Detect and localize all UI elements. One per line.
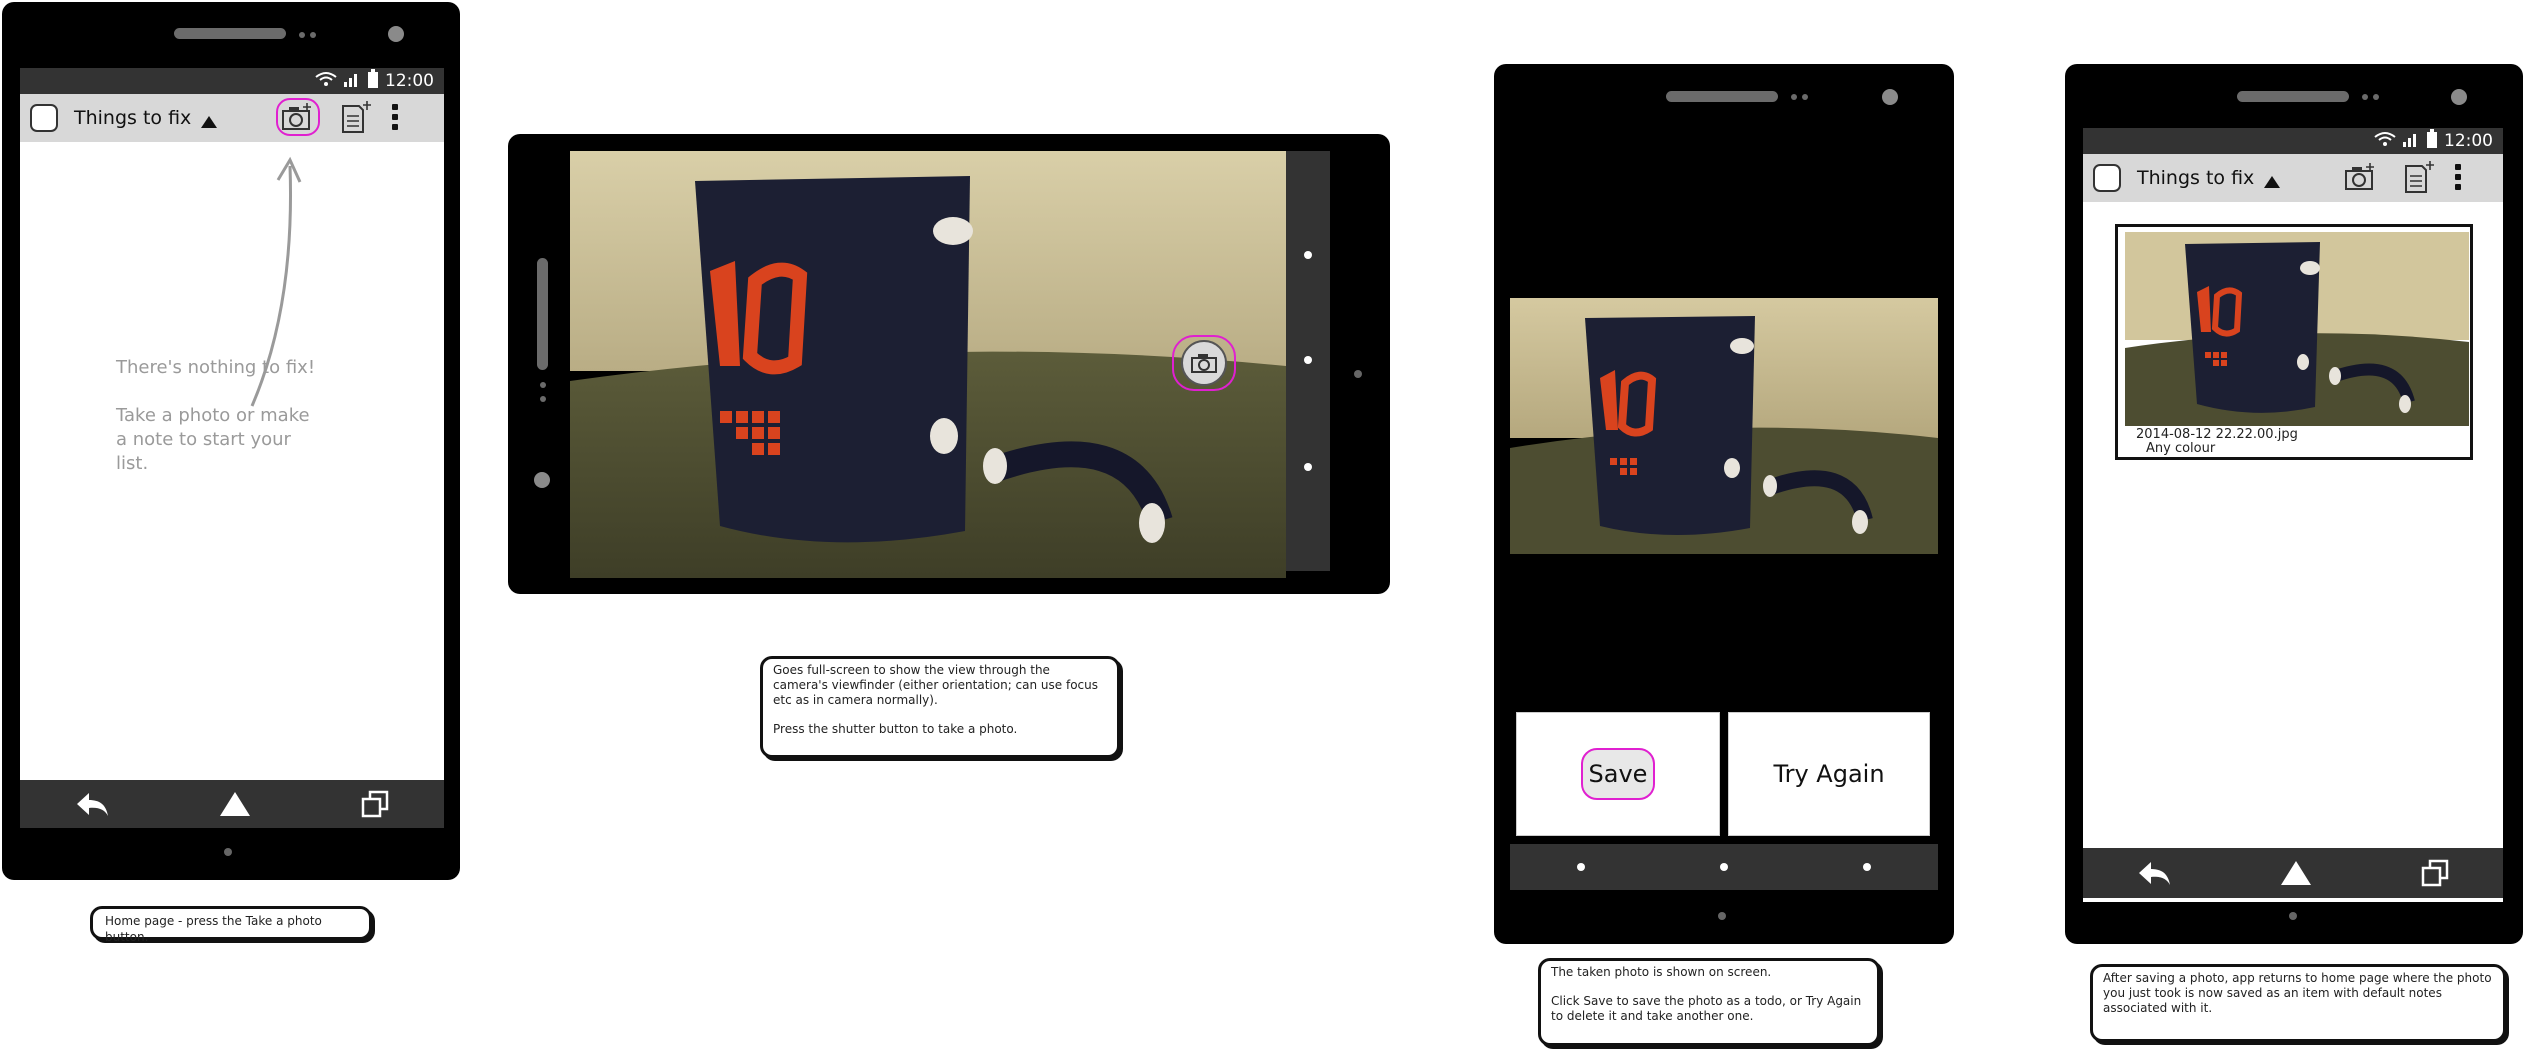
signal-icon [343, 71, 361, 92]
camera-icon [1191, 354, 1217, 373]
camera-control-dot[interactable] [1304, 356, 1312, 364]
action-bar: Things to fix [2083, 154, 2503, 202]
phone-home-button [1354, 370, 1362, 378]
home-icon[interactable] [2280, 860, 2312, 886]
list-item-thumbnail [2125, 232, 2469, 426]
add-note-button[interactable] [2397, 158, 2441, 196]
overflow-menu-icon[interactable] [2455, 164, 2461, 190]
overflow-menu-icon[interactable] [392, 104, 398, 130]
back-icon[interactable] [75, 791, 109, 817]
take-photo-button[interactable] [2339, 158, 2383, 196]
status-time: 12:00 [2444, 131, 2493, 151]
battery-icon [367, 68, 379, 94]
front-camera [388, 26, 404, 42]
phone-sensor-dot [299, 32, 305, 38]
recent-apps-icon[interactable] [361, 790, 389, 818]
front-camera [1882, 89, 1898, 105]
taken-photo [1510, 298, 1938, 554]
caption-home: Home page - press the Take a photo butto… [90, 906, 372, 944]
nav-dot[interactable] [1577, 863, 1586, 871]
nav-bar [20, 780, 444, 828]
phone-home-with-item: 12:00 Things to fix 2014-08-12 22.22.00.… [2065, 64, 2523, 944]
nav-dot[interactable] [1719, 863, 1728, 871]
phone-sensor-dot [540, 382, 546, 388]
empty-state-message: There's nothing to fix! Take a photo or … [116, 356, 326, 476]
dropdown-caret-icon[interactable] [201, 116, 218, 128]
phone-sensor-dot [2362, 94, 2368, 100]
save-button-label: Save [1580, 748, 1656, 800]
phone-review-photo: Save Try Again [1494, 64, 1954, 944]
back-icon[interactable] [2137, 860, 2171, 886]
wifi-icon [315, 71, 337, 92]
nav-bar [2083, 848, 2503, 898]
camera-side-bar [1286, 151, 1330, 571]
empty-state-title: There's nothing to fix! [116, 357, 316, 378]
recent-apps-icon[interactable] [2421, 859, 2449, 887]
add-note-button[interactable] [334, 98, 378, 136]
battery-icon [2426, 128, 2438, 154]
phone-sensor-dot [1802, 94, 1808, 100]
try-again-button-label: Try Again [1773, 760, 1885, 788]
nav-bar [1510, 844, 1938, 890]
phone-sensor-dot [310, 32, 316, 38]
empty-state-hint: Take a photo or make a note to start you… [116, 405, 310, 474]
note-plus-icon [342, 101, 371, 133]
caption-camera: Goes full-screen to show the view throug… [760, 656, 1120, 758]
app-icon[interactable] [2093, 164, 2121, 192]
phone-camera-landscape [508, 134, 1390, 594]
phone-speaker [2237, 91, 2349, 102]
home-screen-with-item: 12:00 Things to fix 2014-08-12 22.22.00.… [2083, 128, 2503, 902]
front-camera [534, 472, 550, 488]
phone-home-button [1718, 912, 1726, 920]
phone-speaker [174, 28, 286, 39]
shutter-button[interactable] [1172, 335, 1236, 391]
phone-home-empty: 12:00 Things to fix There's nothing to f… [2, 2, 460, 880]
action-bar: Things to fix [20, 94, 444, 142]
note-plus-icon [2405, 161, 2434, 193]
take-photo-button[interactable] [276, 98, 320, 136]
home-screen: 12:00 Things to fix There's nothing to f… [20, 68, 444, 828]
phone-sensor-dot [2373, 94, 2379, 100]
camera-plus-icon [2345, 163, 2374, 190]
phone-speaker [1666, 91, 1778, 102]
list-item[interactable]: 2014-08-12 22.22.00.jpg Any colour [2115, 224, 2473, 460]
camera-viewfinder [570, 151, 1286, 578]
list-item-note: Any colour [2146, 441, 2216, 456]
nav-dot[interactable] [1862, 863, 1871, 871]
phone-sensor-dot [540, 396, 546, 402]
phone-home-button [224, 848, 232, 856]
status-time: 12:00 [385, 71, 434, 91]
review-screen: Save Try Again [1510, 120, 1938, 890]
caption-saved: After saving a photo, app returns to hom… [2090, 964, 2506, 1042]
front-camera [2451, 89, 2467, 105]
action-bar-title[interactable]: Things to fix [2137, 167, 2254, 189]
try-again-button[interactable]: Try Again [1728, 712, 1930, 836]
app-icon[interactable] [30, 104, 58, 132]
phone-home-button [2289, 912, 2297, 920]
phone-speaker [537, 258, 548, 370]
list-item-filename: 2014-08-12 22.22.00.jpg [2136, 427, 2298, 442]
camera-plus-icon [282, 103, 311, 130]
signal-icon [2402, 131, 2420, 152]
home-icon[interactable] [219, 791, 251, 817]
status-bar: 12:00 [2083, 128, 2503, 154]
camera-control-dot[interactable] [1304, 463, 1312, 471]
action-bar-title[interactable]: Things to fix [74, 107, 191, 129]
camera-control-dot[interactable] [1304, 251, 1312, 259]
wifi-icon [2374, 131, 2396, 152]
phone-sensor-dot [1791, 94, 1797, 100]
dropdown-caret-icon[interactable] [2264, 176, 2281, 188]
status-bar: 12:00 [20, 68, 444, 94]
caption-review: The taken photo is shown on screen. Clic… [1538, 958, 1880, 1046]
save-button[interactable]: Save [1516, 712, 1720, 836]
